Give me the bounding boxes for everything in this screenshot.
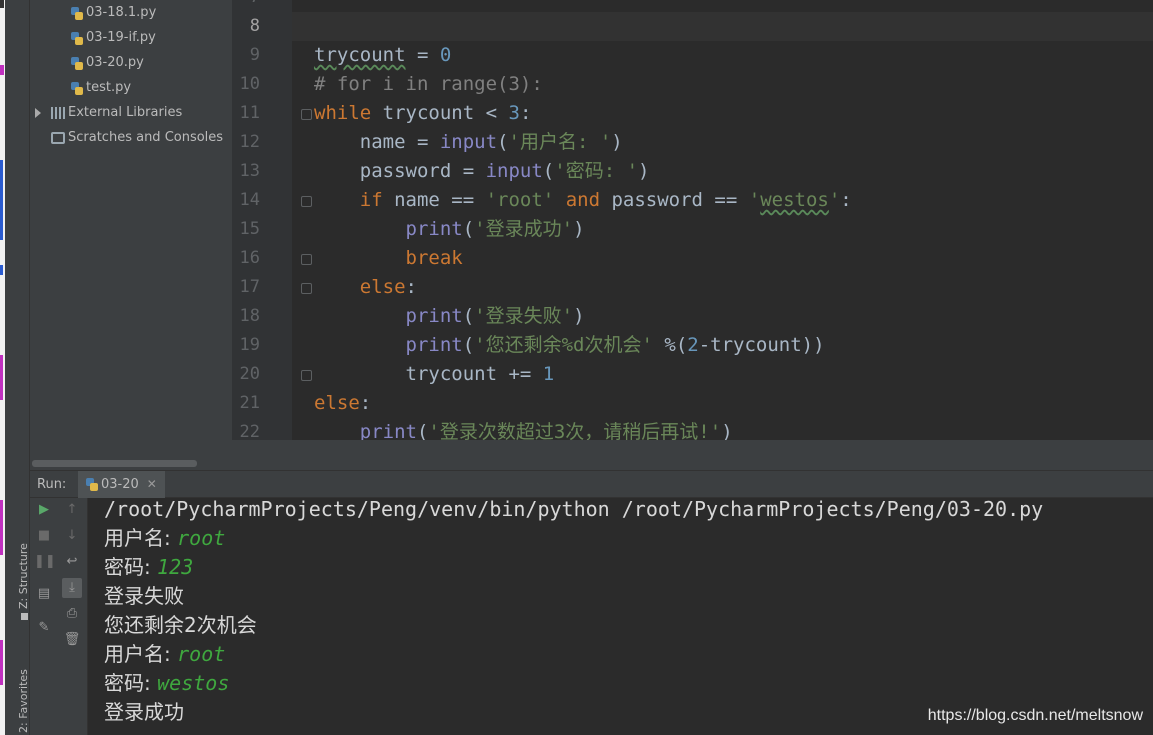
pin-icon[interactable]: ✎ xyxy=(34,618,54,638)
project-tree: 03-18.1.py 03-19-if.py 03-20.py test.py … xyxy=(30,0,232,470)
line-number: 16 xyxy=(239,248,260,268)
run-config-tab[interactable]: 03-20 ✕ xyxy=(78,471,165,498)
run-panel-header: Run: 03-20 ✕ xyxy=(30,470,1153,498)
scratches-icon xyxy=(51,132,65,144)
structure-tab[interactable]: Z: Structure xyxy=(17,543,30,620)
line-number: 14 xyxy=(239,190,260,210)
console-command: /root/PycharmProjects/Peng/venv/bin/pyth… xyxy=(104,498,1044,521)
watermark: https://blog.csdn.net/meltsnow xyxy=(927,707,1143,724)
scroll-to-end-button[interactable]: ⤓ xyxy=(62,578,82,598)
code-line: else: xyxy=(359,276,417,298)
code-line: name = input('用户名: ') xyxy=(314,131,623,153)
line-number: 19 xyxy=(239,335,260,355)
current-line-highlight xyxy=(292,12,1153,41)
code-line: trycount += 1 xyxy=(314,363,555,385)
console-line: 用户名: root xyxy=(104,642,226,666)
clear-trash-icon[interactable]: 🗑 xyxy=(62,630,82,650)
python-file-icon xyxy=(71,56,83,70)
python-file-icon xyxy=(71,6,83,20)
favorites-tab[interactable]: 2: Favorites xyxy=(17,669,30,733)
fold-marker-icon[interactable] xyxy=(301,254,312,265)
scroll-down-button[interactable]: ↓ xyxy=(62,526,82,546)
line-number: 20 xyxy=(239,364,260,384)
line-number: 18 xyxy=(239,306,260,326)
tree-file-03-20[interactable]: 03-20.py xyxy=(71,52,144,74)
scroll-up-button[interactable]: ↑ xyxy=(62,500,82,520)
run-console[interactable]: /root/PycharmProjects/Peng/venv/bin/pyth… xyxy=(89,498,1153,735)
line-number: 21 xyxy=(239,393,260,413)
stop-button[interactable]: ■ xyxy=(34,526,54,546)
code-editor[interactable]: 7 8 9 10 11 12 13 14 15 16 17 18 19 20 2… xyxy=(232,0,1153,470)
line-number: 11 xyxy=(239,103,260,123)
pause-button[interactable]: ❚❚ xyxy=(34,552,56,572)
console-line: 登录成功 xyxy=(104,700,184,724)
tool-window-bar: Z: Structure 2: Favorites xyxy=(5,0,30,735)
horizontal-scrollbar[interactable] xyxy=(32,460,197,467)
console-line: 密码: 123 xyxy=(104,555,194,579)
tree-file-test[interactable]: test.py xyxy=(71,77,131,99)
print-button[interactable]: ⎙ xyxy=(62,604,82,624)
close-icon[interactable]: ✕ xyxy=(147,477,157,491)
chevron-right-icon[interactable] xyxy=(35,108,41,118)
console-line: 您还剩余2次机会 xyxy=(104,613,257,637)
console-line: 登录失败 xyxy=(104,584,184,608)
line-number: 10 xyxy=(239,74,260,94)
run-label: Run: xyxy=(37,477,67,492)
tree-external-libraries[interactable]: External Libraries xyxy=(35,102,182,124)
soft-wrap-button[interactable]: ↩ xyxy=(62,552,82,572)
code-line: print('登录失败') xyxy=(405,305,585,327)
line-number: 8 xyxy=(249,16,260,36)
fold-marker-icon[interactable] xyxy=(301,196,312,207)
line-number: 13 xyxy=(239,161,260,181)
fold-marker-icon[interactable] xyxy=(301,109,312,120)
code-line: # for i in range(3): xyxy=(314,73,543,95)
fold-marker-icon[interactable] xyxy=(301,370,312,381)
code-line: print('您还剩余%d次机会' %(2-trycount)) xyxy=(405,334,825,356)
line-number: 7 xyxy=(232,0,260,12)
python-file-icon xyxy=(71,81,83,95)
console-line: 用户名: root xyxy=(104,526,226,550)
console-line: 密码: westos xyxy=(104,671,230,695)
rerun-button[interactable]: ▶ xyxy=(34,500,54,520)
tree-scratches[interactable]: Scratches and Consoles xyxy=(51,127,223,149)
editor-bottom-bar xyxy=(232,440,1153,470)
code-line: trycount = 0 xyxy=(314,44,452,66)
python-file-icon xyxy=(71,31,83,45)
python-file-icon xyxy=(86,478,98,491)
tree-file-03-19-if[interactable]: 03-19-if.py xyxy=(71,27,156,49)
line-number: 9 xyxy=(249,45,260,65)
layout-button[interactable]: ▤ xyxy=(34,584,54,604)
code-line: else: xyxy=(314,392,372,414)
code-line: while trycount < 3: xyxy=(314,102,532,124)
structure-icon xyxy=(20,613,28,620)
code-line: password = input('密码: ') xyxy=(314,160,650,182)
tree-file-03-18-1[interactable]: 03-18.1.py xyxy=(71,2,156,24)
run-toolbar: ▶ ↑ ■ ↓ ❚❚ ↩ ▤ ⤓ ✎ ⎙ 🗑 xyxy=(30,498,88,735)
line-number: 12 xyxy=(239,132,260,152)
line-number: 15 xyxy=(239,219,260,239)
code-line: break xyxy=(405,247,463,269)
code-line: if name == 'root' and password == 'westo… xyxy=(359,189,852,211)
code-line: print('登录成功') xyxy=(405,218,585,240)
library-icon xyxy=(51,107,65,119)
line-number: 17 xyxy=(239,277,260,297)
fold-marker-icon[interactable] xyxy=(301,283,312,294)
line-number-gutter: 7 8 9 10 11 12 13 14 15 16 17 18 19 20 2… xyxy=(232,0,292,470)
